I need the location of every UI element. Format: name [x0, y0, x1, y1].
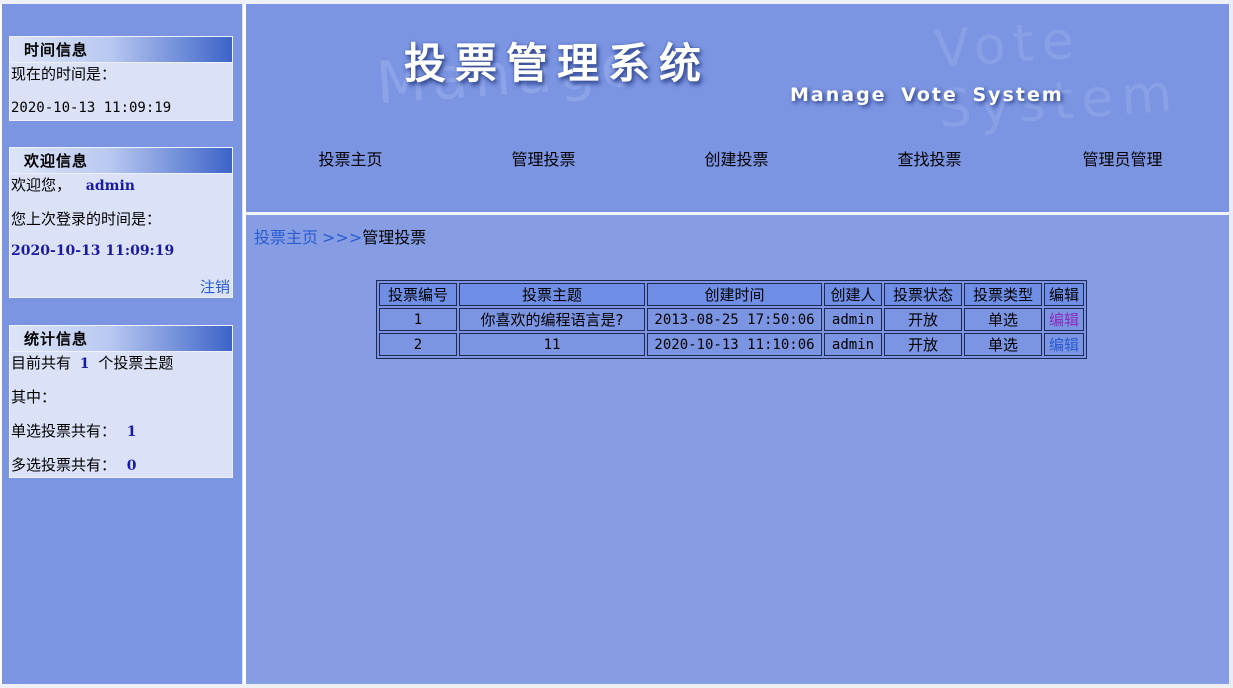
- cell-creator: admin: [824, 333, 882, 356]
- col-header-id: 投票编号: [379, 283, 457, 306]
- welcome-info-title: 欢迎信息: [9, 147, 233, 174]
- cell-edit: 编辑: [1044, 308, 1085, 331]
- breadcrumb-separator: >>>: [322, 228, 363, 247]
- cell-created: 2020-10-13 11:10:06: [647, 333, 822, 356]
- stats-info-title: 统计信息: [9, 325, 233, 352]
- nav-vote-home[interactable]: 投票主页: [254, 146, 447, 170]
- header-banner: Manage Vote System 投票管理系统 Manage Vote Sy…: [246, 4, 1229, 212]
- welcome-greeting: 欢迎您，: [11, 176, 72, 194]
- single-votes-line: 单选投票共有： 1: [11, 420, 137, 441]
- cell-edit: 编辑: [1044, 333, 1085, 356]
- time-info-title: 时间信息: [9, 36, 233, 63]
- time-info-panel: 时间信息 现在的时间是： 2020-10-13 11:09:19: [9, 36, 233, 121]
- nav-find-vote[interactable]: 查找投票: [833, 146, 1026, 170]
- col-header-subject: 投票主题: [459, 283, 645, 306]
- breadcrumb-current: 管理投票: [362, 228, 427, 247]
- among-label: 其中：: [11, 388, 57, 406]
- cell-subject: 11: [459, 333, 645, 356]
- welcome-username: admin: [85, 178, 135, 194]
- welcome-info-body: 欢迎您， admin 您上次登录的时间是： 2020-10-13 11:09:1…: [9, 174, 233, 298]
- main-nav: 投票主页 管理投票 创建投票 查找投票 管理员管理: [246, 146, 1229, 172]
- browser-viewport: 时间信息 现在的时间是： 2020-10-13 11:09:19 欢迎信息 欢迎…: [0, 0, 1233, 688]
- single-label: 单选投票共有：: [11, 422, 117, 440]
- total-prefix: 目前共有: [11, 354, 72, 372]
- edit-link[interactable]: 编辑: [1049, 311, 1079, 329]
- col-header-edit: 编辑: [1044, 283, 1085, 306]
- nav-admin-manage[interactable]: 管理员管理: [1026, 146, 1219, 170]
- stats-info-panel: 统计信息 目前共有 1 个投票主题 其中： 单选投票共有： 1 多选投票共有： …: [9, 325, 233, 478]
- cell-type: 单选: [964, 333, 1042, 356]
- last-login-label: 您上次登录的时间是：: [11, 210, 162, 228]
- col-header-created: 创建时间: [647, 283, 822, 306]
- nav-manage-votes[interactable]: 管理投票: [447, 146, 640, 170]
- site-subtitle: Manage Vote System: [790, 84, 1064, 106]
- single-count: 1: [126, 424, 137, 440]
- cell-id: 2: [379, 333, 457, 356]
- edit-link[interactable]: 编辑: [1049, 336, 1079, 354]
- cell-status: 开放: [884, 308, 962, 331]
- cell-id: 1: [379, 308, 457, 331]
- stats-info-body: 目前共有 1 个投票主题 其中： 单选投票共有： 1 多选投票共有： 0: [9, 352, 233, 478]
- total-suffix: 个投票主题: [98, 354, 174, 372]
- right-border: [1229, 0, 1233, 688]
- multi-count: 0: [126, 458, 137, 474]
- table-header-row: 投票编号 投票主题 创建时间 创建人 投票状态 投票类型 编辑: [379, 283, 1085, 306]
- col-header-creator: 创建人: [824, 283, 882, 306]
- cell-creator: admin: [824, 308, 882, 331]
- logout-link[interactable]: 注销: [200, 276, 230, 297]
- current-time-label: 现在的时间是：: [11, 65, 117, 83]
- cell-subject: 你喜欢的编程语言是?: [459, 308, 645, 331]
- nav-create-vote[interactable]: 创建投票: [640, 146, 833, 170]
- cell-status: 开放: [884, 333, 962, 356]
- bottom-border: [0, 684, 1233, 688]
- cell-created: 2013-08-25 17:50:06: [647, 308, 822, 331]
- col-header-status: 投票状态: [884, 283, 962, 306]
- table-row: 1 你喜欢的编程语言是? 2013-08-25 17:50:06 admin 开…: [379, 308, 1085, 331]
- watermark-right: Vote System: [932, 10, 1182, 141]
- welcome-info-panel: 欢迎信息 欢迎您， admin 您上次登录的时间是： 2020-10-13 11…: [9, 147, 233, 298]
- sidebar: 时间信息 现在的时间是： 2020-10-13 11:09:19 欢迎信息 欢迎…: [2, 4, 243, 684]
- welcome-line: 欢迎您， admin: [11, 174, 135, 195]
- col-header-type: 投票类型: [964, 283, 1042, 306]
- time-info-body: 现在的时间是： 2020-10-13 11:09:19: [9, 63, 233, 121]
- current-time-value: 2020-10-13 11:09:19: [11, 100, 172, 116]
- breadcrumb-home-link[interactable]: 投票主页: [254, 228, 318, 247]
- site-title: 投票管理系统: [404, 39, 711, 88]
- vote-table: 投票编号 投票主题 创建时间 创建人 投票状态 投票类型 编辑 1 你喜欢的编程…: [376, 280, 1088, 359]
- total-votes-line: 目前共有 1 个投票主题: [11, 352, 173, 373]
- main-content: 投票主页 >>>管理投票 投票编号 投票主题 创建时间 创建人 投票状态 投票类型…: [246, 215, 1229, 684]
- cell-type: 单选: [964, 308, 1042, 331]
- multi-votes-line: 多选投票共有： 0: [11, 454, 137, 475]
- last-login-time: 2020-10-13 11:09:19: [11, 243, 175, 259]
- multi-label: 多选投票共有：: [11, 456, 117, 474]
- total-count: 1: [79, 356, 90, 372]
- breadcrumb: 投票主页 >>>管理投票: [254, 224, 426, 248]
- table-row: 2 11 2020-10-13 11:10:06 admin 开放 单选 编辑: [379, 333, 1085, 356]
